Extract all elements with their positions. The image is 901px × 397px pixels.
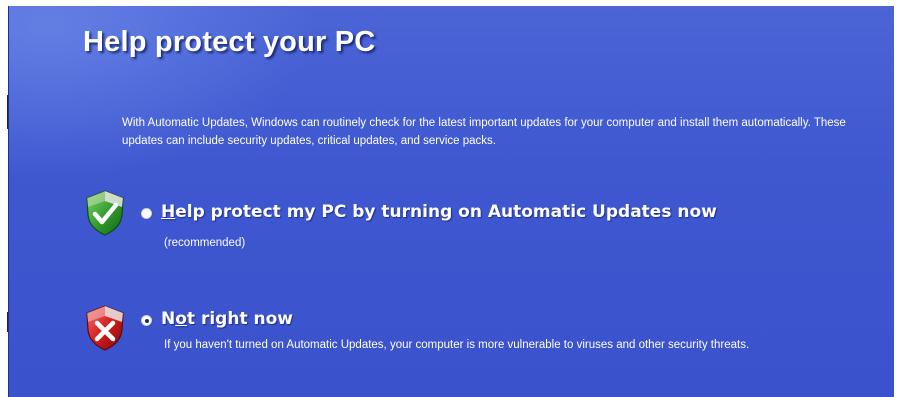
- page-title: Help protect your PC: [83, 26, 376, 58]
- option-not-right-now[interactable]: Not right now If you haven't turned on A…: [79, 302, 889, 372]
- automatic-updates-panel: Help protect your PC With Automatic Upda…: [8, 6, 894, 397]
- radio-enable-updates[interactable]: [142, 209, 151, 218]
- label-text-prefix: N: [161, 309, 176, 329]
- radio-not-right-now[interactable]: [142, 316, 151, 325]
- accelerator-key: o: [175, 309, 187, 329]
- red-shield-x-icon: [86, 305, 124, 351]
- option-enable-automatic-updates[interactable]: Help protect my PC by turning on Automat…: [79, 189, 889, 259]
- setup-page: Help protect your PC With Automatic Upda…: [0, 0, 901, 397]
- green-shield-check-icon: [86, 190, 124, 236]
- option-not-right-now-sublabel: If you haven't turned on Automatic Updat…: [164, 339, 750, 351]
- accelerator-key: H: [161, 202, 176, 222]
- option-enable-updates-label[interactable]: Help protect my PC by turning on Automat…: [161, 202, 717, 222]
- option-enable-updates-sublabel: (recommended): [164, 237, 246, 249]
- option-not-right-now-label[interactable]: Not right now: [161, 309, 293, 329]
- label-text: t right now: [186, 309, 293, 329]
- page-description: With Automatic Updates, Windows can rout…: [122, 117, 846, 147]
- radio-selected-dot: [144, 318, 149, 323]
- label-text: elp protect my PC by turning on Automati…: [175, 202, 717, 222]
